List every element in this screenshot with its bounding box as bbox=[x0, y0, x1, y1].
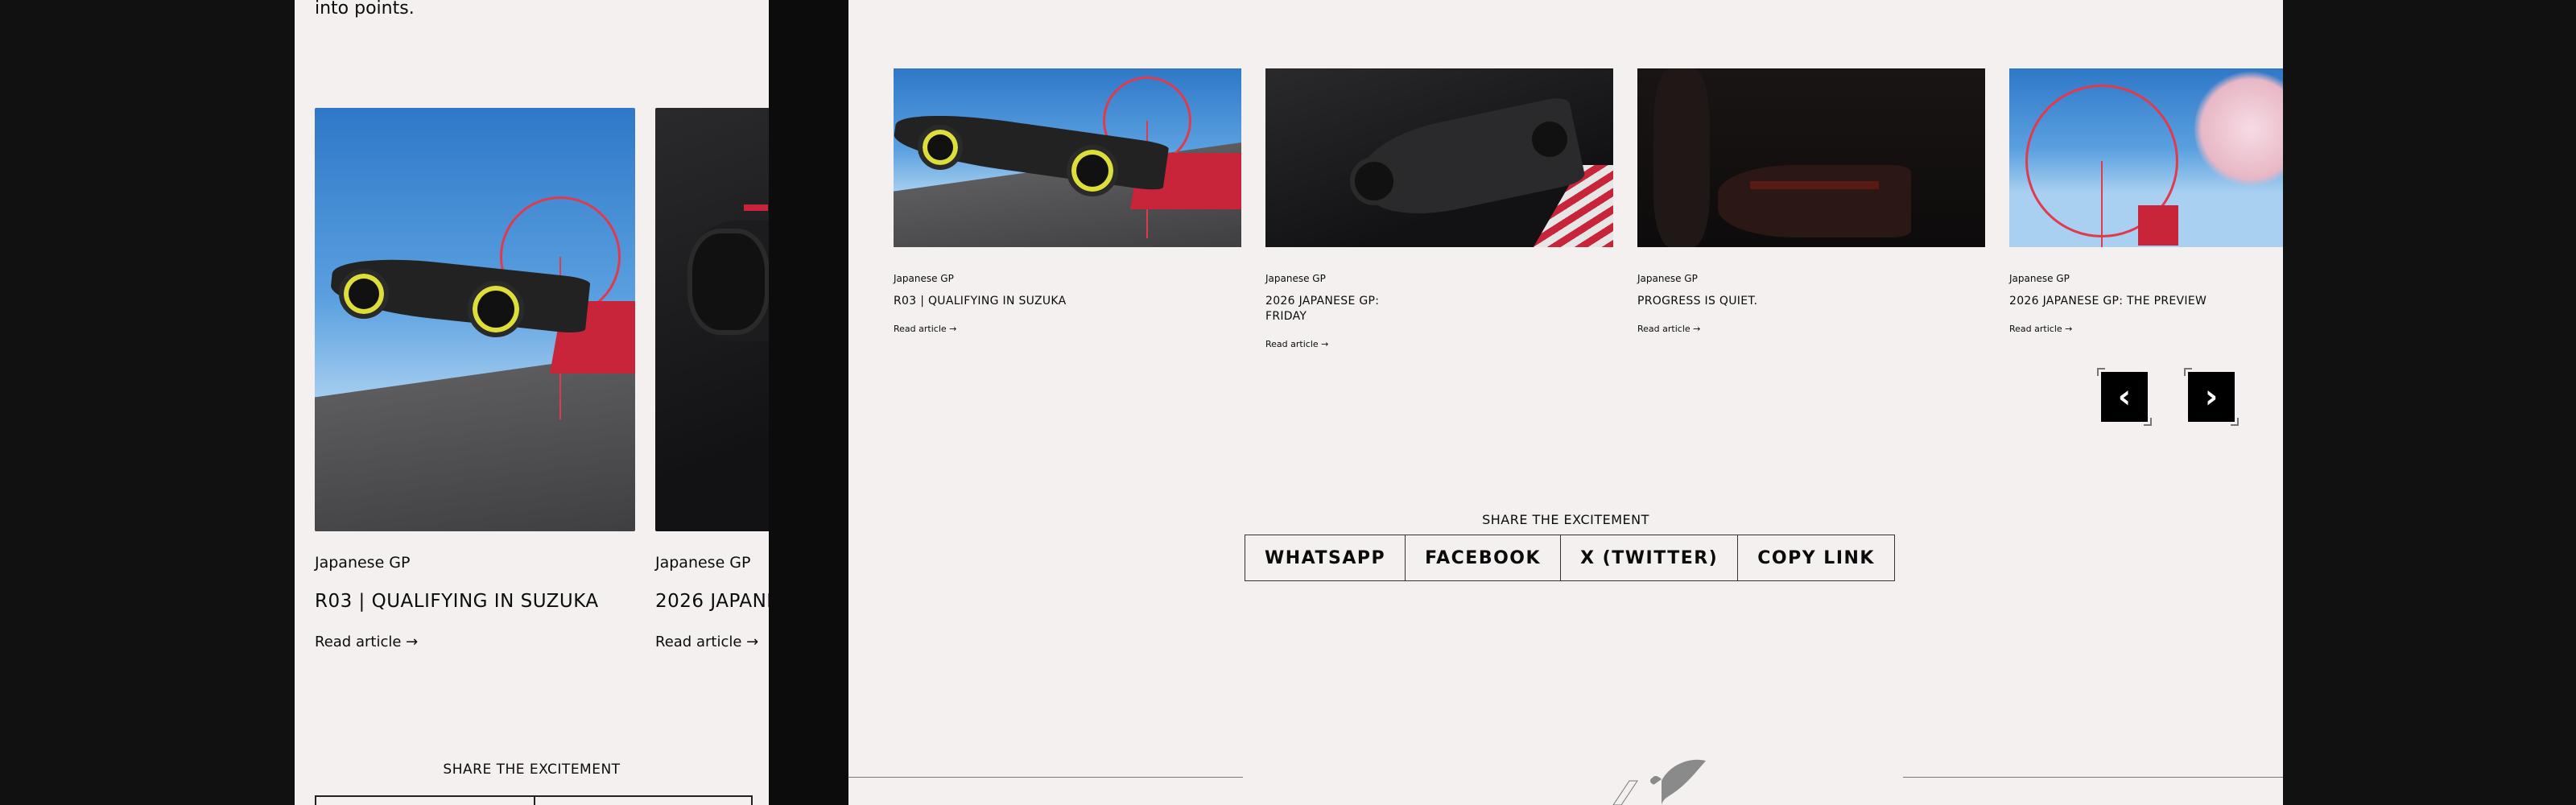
copy-link-button[interactable]: COPY LINK bbox=[1738, 535, 1894, 580]
read-article-link[interactable]: Read article → bbox=[1265, 339, 1613, 349]
read-article-link[interactable]: Read article → bbox=[315, 634, 635, 650]
article-title[interactable]: 2026 JAPANESE GP: FRIDAY bbox=[1265, 294, 1402, 324]
article-image-qualifying[interactable] bbox=[315, 108, 635, 531]
share-title: SHARE THE EXCITEMENT bbox=[443, 762, 621, 778]
article-card[interactable]: Japanese GP 2026 JAPANESE GP: FRIDAY Rea… bbox=[1265, 68, 1613, 349]
read-article-link[interactable]: Read article → bbox=[1637, 324, 1985, 334]
article-title[interactable]: 2026 JAPANESE GP: THE PREVIEW bbox=[2009, 294, 2283, 309]
desktop-preview-panel: Japanese GP R03 | QUALIFYING IN SUZUKA R… bbox=[848, 0, 2283, 805]
carousel-prev-button[interactable]: ‹ bbox=[2097, 368, 2152, 426]
article-title[interactable]: R03 | QUALIFYING IN SUZUKA bbox=[894, 294, 1241, 309]
footer-divider bbox=[848, 777, 1243, 778]
gecko-logo-icon bbox=[1612, 759, 1706, 805]
chevron-right-icon: › bbox=[2204, 378, 2219, 415]
article-tag: Japanese GP bbox=[2009, 273, 2070, 284]
share-divider bbox=[534, 797, 535, 805]
article-image-qualifying[interactable] bbox=[894, 68, 1241, 247]
article-title[interactable]: PROGRESS IS QUIET. bbox=[1637, 294, 1985, 309]
article-tag: Japanese GP bbox=[894, 273, 954, 284]
intro-text: into points. bbox=[315, 0, 415, 19]
share-facebook-button[interactable]: FACEBOOK bbox=[1406, 535, 1562, 580]
carousel-next-button[interactable]: › bbox=[2184, 368, 2239, 426]
mobile-preview-panel: into points. Japanese GP R03 | QUALIFYIN… bbox=[295, 0, 769, 805]
panel-gap bbox=[769, 0, 848, 805]
article-image-friday[interactable] bbox=[655, 108, 769, 531]
article-card[interactable]: Japanese GP 2026 JAPANESE GP: FRIDAY Rea… bbox=[655, 108, 769, 650]
article-tag: Japanese GP bbox=[315, 554, 411, 572]
article-image-progress[interactable] bbox=[1637, 68, 1985, 247]
article-card[interactable]: Japanese GP PROGRESS IS QUIET. Read arti… bbox=[1637, 68, 1985, 334]
article-card[interactable]: Japanese GP R03 | QUALIFYING IN SUZUKA R… bbox=[894, 68, 1241, 334]
share-buttons-row[interactable] bbox=[315, 795, 753, 805]
chevron-left-icon: ‹ bbox=[2117, 378, 2132, 415]
read-article-link[interactable]: Read article → bbox=[655, 634, 769, 650]
article-card[interactable]: Japanese GP 2026 JAPANESE GP: THE PREVIE… bbox=[2009, 68, 2283, 334]
article-image-preview[interactable] bbox=[2009, 68, 2283, 247]
article-tag: Japanese GP bbox=[655, 554, 751, 572]
article-tag: Japanese GP bbox=[1265, 273, 1326, 284]
article-title[interactable]: R03 | QUALIFYING IN SUZUKA bbox=[315, 589, 635, 614]
read-article-link[interactable]: Read article → bbox=[2009, 324, 2283, 334]
article-image-friday[interactable] bbox=[1265, 68, 1613, 247]
share-twitter-button[interactable]: X (TWITTER) bbox=[1561, 535, 1739, 580]
read-article-link[interactable]: Read article → bbox=[894, 324, 1241, 334]
share-title: SHARE THE EXCITEMENT bbox=[1482, 512, 1649, 527]
article-title[interactable]: 2026 JAPANESE GP: FRIDAY bbox=[655, 589, 769, 614]
article-tag: Japanese GP bbox=[1637, 273, 1698, 284]
article-card[interactable]: Japanese GP R03 | QUALIFYING IN SUZUKA R… bbox=[315, 108, 635, 650]
share-whatsapp-button[interactable]: WHATSAPP bbox=[1245, 535, 1406, 580]
footer-divider bbox=[1903, 777, 2283, 778]
share-buttons-row: WHATSAPP FACEBOOK X (TWITTER) COPY LINK bbox=[1245, 535, 1895, 581]
